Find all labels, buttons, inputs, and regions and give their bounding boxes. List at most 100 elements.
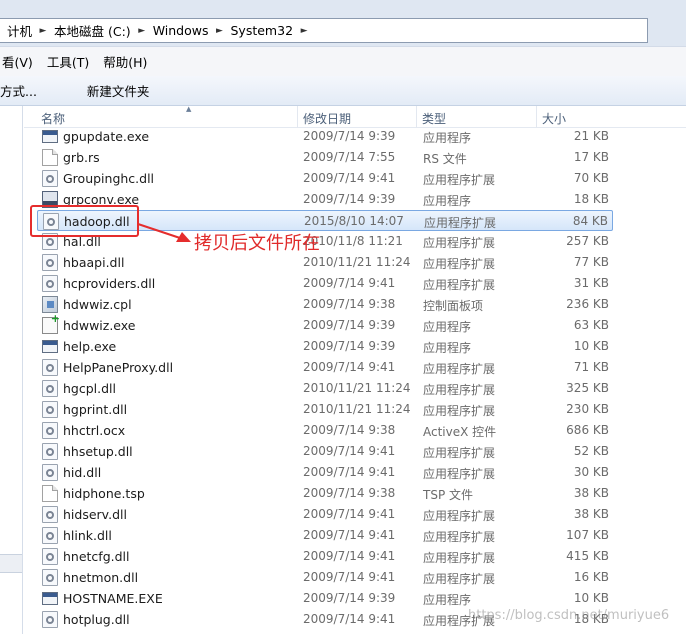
file-modified-date: 2009/7/14 7:55 [303,150,396,164]
menu-view[interactable]: 看(V) [0,52,40,71]
column-header-name[interactable]: 名称 [41,110,65,127]
file-name: hhctrl.ocx [63,423,126,438]
file-size: 30 KB [573,465,609,479]
file-row[interactable]: grb.rs 2009/7/14 7:55 RS 文件 17 KB [37,147,613,168]
file-row[interactable]: hhsetup.dll 2009/7/14 9:41 应用程序扩展 52 KB [37,441,613,462]
address-bar-area: 计机 ► 本地磁盘 (C:) ► Windows ► System32 ► [0,0,686,46]
file-row[interactable]: hidphone.tsp 2009/7/14 9:38 TSP 文件 38 KB [37,483,613,504]
menu-tools[interactable]: 工具(T) [40,52,96,71]
file-row[interactable]: hcproviders.dll 2009/7/14 9:41 应用程序扩展 31 KB [37,273,613,294]
file-type: 应用程序 [423,194,472,208]
breadcrumb-system32[interactable]: System32 [227,19,298,42]
menu-help[interactable]: 帮助(H) [96,52,154,71]
file-type: 应用程序扩展 [423,509,496,523]
file-row[interactable]: hgprint.dll 2010/11/21 11:24 应用程序扩展 230 KB [37,399,613,420]
arrow-icon [137,223,191,242]
file-type: 应用程序扩展 [423,467,496,481]
dll-icon [42,443,58,460]
file-row[interactable]: hbaapi.dll 2010/11/21 11:24 应用程序扩展 77 KB [37,252,613,273]
chevron-right-icon[interactable]: ► [135,26,149,36]
file-name: hbaapi.dll [63,255,125,270]
file-type: 应用程序扩展 [423,551,496,565]
file-modified-date: 2009/7/14 9:39 [303,192,396,206]
menu-bar: 看(V) 工具(T) 帮助(H) [0,46,686,76]
file-row[interactable]: HOSTNAME.EXE 2009/7/14 9:39 应用程序 10 KB [37,588,613,609]
file-modified-date: 2009/7/14 9:41 [303,444,396,458]
file-size: 17 KB [573,150,609,164]
column-divider[interactable] [416,106,417,128]
file-row[interactable]: hlink.dll 2009/7/14 9:41 应用程序扩展 107 KB [37,525,613,546]
file-modified-date: 2009/7/14 9:41 [303,465,396,479]
breadcrumb-computer[interactable]: 计机 [3,19,36,42]
file-name: Groupinghc.dll [63,171,155,186]
dll-icon [42,170,58,187]
file-type: 应用程序 [423,131,472,145]
dll-icon [42,380,58,397]
column-header-type[interactable]: 类型 [422,110,446,127]
file-modified-date: 2009/7/14 9:38 [303,297,396,311]
dll-icon [42,506,58,523]
file-row[interactable]: Groupinghc.dll 2009/7/14 9:41 应用程序扩展 70 KB [37,168,613,189]
chevron-right-icon[interactable]: ► [36,26,50,36]
toolbar-open-with[interactable]: 方式... [0,81,43,100]
command-toolbar: 方式... 新建文件夹 [0,76,686,106]
file-name: hcproviders.dll [63,276,156,291]
chevron-right-icon[interactable]: ► [213,26,227,36]
file-size: 230 KB [566,402,609,416]
file-row[interactable]: hdwwiz.exe 2009/7/14 9:39 应用程序 63 KB [37,312,613,336]
file-name: hgcpl.dll [63,381,116,396]
file-name: hdwwiz.cpl [63,297,132,312]
address-bar[interactable]: 计机 ► 本地磁盘 (C:) ► Windows ► System32 ► [0,18,648,43]
file-modified-date: 2009/7/14 9:41 [303,570,396,584]
file-modified-date: 2010/11/21 11:24 [303,255,411,269]
file-size: 71 KB [573,360,609,374]
file-row[interactable]: help.exe 2009/7/14 9:39 应用程序 10 KB [37,336,613,357]
file-size: 70 KB [573,171,609,185]
file-row[interactable]: hgcpl.dll 2010/11/21 11:24 应用程序扩展 325 KB [37,378,613,399]
file-row[interactable]: hdwwiz.cpl 2009/7/14 9:38 控制面板项 236 KB [37,294,613,315]
dll-icon [42,422,58,439]
column-header-size[interactable]: 大小 [542,110,566,127]
file-type: 应用程序扩展 [423,257,496,271]
file-list: gpupdate.exe 2009/7/14 9:39 应用程序 21 KB grb.r… [24,128,686,634]
file-name: hnetcfg.dll [63,549,130,564]
document-icon [42,485,58,502]
file-size: 21 KB [573,129,609,143]
column-divider[interactable] [536,106,537,128]
file-type: 应用程序 [423,341,472,355]
file-row[interactable]: hnetcfg.dll 2009/7/14 9:41 应用程序扩展 415 KB [37,546,613,567]
document-icon [42,149,58,166]
file-type: 应用程序扩展 [423,173,496,187]
file-row[interactable]: hid.dll 2009/7/14 9:41 应用程序扩展 30 KB [37,462,613,483]
file-size: 84 KB [572,214,608,228]
file-size: 52 KB [573,444,609,458]
dll-icon [42,464,58,481]
file-type: 应用程序扩展 [424,216,497,230]
file-modified-date: 2009/7/14 9:41 [303,507,396,521]
file-row[interactable]: gpupdate.exe 2009/7/14 9:39 应用程序 21 KB [37,128,613,147]
file-name: hnetmon.dll [63,570,139,585]
file-row[interactable]: hnetmon.dll 2009/7/14 9:41 应用程序扩展 16 KB [37,567,613,588]
column-header-date[interactable]: 修改日期 [303,110,351,127]
column-divider[interactable] [297,106,298,128]
file-modified-date: 2009/7/14 9:41 [303,549,396,563]
file-type: 应用程序扩展 [423,362,496,376]
file-size: 686 KB [566,423,609,437]
file-row[interactable]: hidserv.dll 2009/7/14 9:41 应用程序扩展 38 KB [37,504,613,525]
file-name: HOSTNAME.EXE [63,591,163,606]
file-size: 18 KB [573,192,609,206]
breadcrumb-windows[interactable]: Windows [149,19,213,42]
file-name: hhsetup.dll [63,444,133,459]
new-folder-button[interactable]: 新建文件夹 [81,81,156,100]
highlight-box [30,205,139,237]
column-header-row: ▲ 名称 修改日期 类型 大小 [24,105,686,128]
nav-pane-scrollbar[interactable] [0,554,22,573]
file-row[interactable]: hhctrl.ocx 2009/7/14 9:38 ActiveX 控件 686 KB [37,420,613,441]
annotation-label: 拷贝后文件所在 [194,233,320,254]
file-name: hdwwiz.exe [63,318,136,333]
breadcrumb-local-disk[interactable]: 本地磁盘 (C:) [50,19,135,42]
sort-ascending-icon: ▲ [186,105,192,113]
file-type: 控制面板项 [423,299,484,313]
chevron-right-icon[interactable]: ► [297,26,311,36]
file-row[interactable]: HelpPaneProxy.dll 2009/7/14 9:41 应用程序扩展 71 … [37,357,613,378]
